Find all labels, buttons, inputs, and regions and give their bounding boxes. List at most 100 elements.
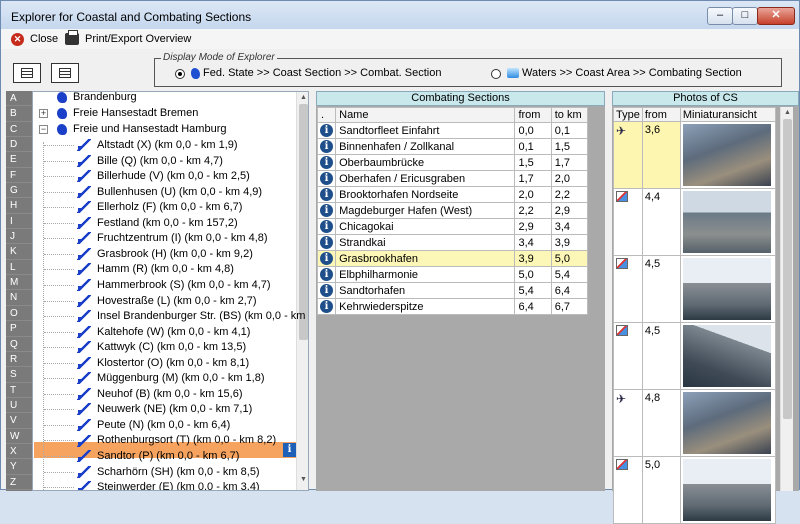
- tree-section-node[interactable]: Steinwerder (E) (km 0,0 - km 3,4): [77, 479, 260, 490]
- alpha-letter[interactable]: Z: [6, 475, 32, 490]
- combat-row[interactable]: i Kehrwiederspitze 6,4 6,7: [316, 298, 589, 315]
- alpha-letter[interactable]: U: [6, 398, 32, 414]
- tree-section-node[interactable]: Sandtor (P) (km 0,0 - km 6,7): [77, 448, 239, 464]
- alpha-letter[interactable]: E: [6, 152, 32, 168]
- alpha-letter[interactable]: O: [6, 306, 32, 322]
- alpha-letter[interactable]: N: [6, 290, 32, 306]
- photo-thumb-cell[interactable]: [679, 456, 777, 524]
- combat-info-cell[interactable]: i: [316, 234, 337, 251]
- photo-thumbnail[interactable]: [682, 325, 771, 387]
- col-name[interactable]: Name: [335, 107, 516, 123]
- mode-option-waters[interactable]: Waters >> Coast Area >> Combating Sectio…: [504, 67, 742, 79]
- tree-expander[interactable]: +: [39, 109, 48, 118]
- tree-section-node[interactable]: Altstadt (X) (km 0,0 - km 1,9): [77, 137, 238, 153]
- tree-section-node[interactable]: Klostertor (O) (km 0,0 - km 8,1): [77, 355, 249, 371]
- window-close-button[interactable]: ✕: [757, 7, 795, 25]
- print-export-button[interactable]: Print/Export Overview: [65, 30, 191, 47]
- view-detail-button[interactable]: [51, 63, 79, 83]
- close-button[interactable]: ✕ Close: [11, 31, 58, 47]
- combat-row[interactable]: i Magdeburger Hafen (West) 2,2 2,9: [316, 202, 589, 219]
- mode-radio-waters[interactable]: [491, 69, 501, 79]
- tree-section-node[interactable]: Rothenburgsort (T) (km 0,0 - km 8,2): [77, 432, 276, 448]
- tree-expander[interactable]: −: [39, 125, 48, 134]
- alpha-letter[interactable]: W: [6, 429, 32, 444]
- alpha-letter[interactable]: A: [6, 91, 32, 107]
- mode-radio-fed-state[interactable]: [175, 69, 185, 79]
- col-to[interactable]: to km: [550, 107, 589, 123]
- alpha-letter[interactable]: K: [6, 244, 32, 260]
- alpha-letter[interactable]: D: [6, 137, 32, 153]
- photo-row[interactable]: ✈ 4,8: [613, 389, 777, 457]
- combat-info-cell[interactable]: i: [316, 266, 337, 283]
- alpha-letter[interactable]: J: [6, 229, 32, 245]
- alpha-letter[interactable]: I: [6, 214, 32, 230]
- photo-row[interactable]: ✈ 3,6: [613, 121, 777, 189]
- tree-section-node[interactable]: Neuhof (B) (km 0,0 - km 15,6): [77, 386, 243, 402]
- tree-section-node[interactable]: Bille (Q) (km 0,0 - km 4,7): [77, 153, 223, 169]
- combat-info-cell[interactable]: i: [316, 250, 337, 267]
- photos-scrollbar[interactable]: ▲: [780, 107, 793, 491]
- photos-scroll-thumb[interactable]: [783, 119, 792, 419]
- alpha-letter[interactable]: V: [6, 413, 32, 429]
- tree-scroll-thumb[interactable]: [299, 104, 308, 340]
- photo-row[interactable]: 4,4: [613, 188, 777, 256]
- tree-section-node[interactable]: Fruchtzentrum (I) (km 0,0 - km 4,8): [77, 230, 268, 246]
- tree-section-node[interactable]: Hammerbrook (S) (km 0,0 - km 4,7): [77, 277, 271, 293]
- photo-thumb-cell[interactable]: [679, 255, 777, 323]
- info-icon[interactable]: i: [320, 284, 333, 297]
- tree-state-node[interactable]: Brandenburg: [57, 92, 137, 105]
- alpha-letter[interactable]: B: [6, 106, 32, 122]
- photo-row[interactable]: 4,5: [613, 322, 777, 390]
- tree-section-node[interactable]: Bullenhusen (U) (km 0,0 - km 4,9): [77, 184, 262, 200]
- combat-row[interactable]: i Binnenhafen / Zollkanal 0,1 1,5: [316, 138, 589, 155]
- info-icon[interactable]: i: [320, 220, 333, 233]
- col-from[interactable]: from: [514, 107, 552, 123]
- combat-row[interactable]: i Oberbaumbrücke 1,5 1,7: [316, 154, 589, 171]
- col-thumb[interactable]: Miniaturansicht: [679, 107, 777, 122]
- info-icon[interactable]: i: [320, 300, 333, 313]
- tree-section-node[interactable]: Hovestraße (L) (km 0,0 - km 2,7): [77, 293, 257, 309]
- info-icon[interactable]: i: [320, 172, 333, 185]
- photos-scroll-up-icon[interactable]: ▲: [783, 109, 792, 119]
- combat-info-cell[interactable]: i: [316, 170, 337, 187]
- tree-state-node[interactable]: Freie Hansestadt Bremen: [57, 105, 198, 121]
- info-icon[interactable]: i: [320, 124, 333, 137]
- photo-thumbnail[interactable]: [682, 124, 771, 186]
- tree-section-node[interactable]: Kaltehofe (W) (km 0,0 - km 4,1): [77, 324, 250, 340]
- tree-state-node[interactable]: Freie und Hansestadt Hamburg: [57, 121, 226, 137]
- combat-info-cell[interactable]: i: [316, 218, 337, 235]
- tree-section-node[interactable]: Grasbrook (H) (km 0,0 - km 9,2): [77, 246, 253, 262]
- combat-row[interactable]: i Sandtorhafen 5,4 6,4: [316, 282, 589, 299]
- tree-section-node[interactable]: Billerhude (V) (km 0,0 - km 2,5): [77, 168, 250, 184]
- photo-thumbnail[interactable]: [682, 258, 771, 320]
- photo-thumbnail[interactable]: [682, 392, 771, 454]
- info-icon[interactable]: i: [320, 140, 333, 153]
- alpha-letter[interactable]: X: [6, 444, 32, 460]
- photo-thumbnail[interactable]: [682, 191, 771, 253]
- tree-section-node[interactable]: Peute (N) (km 0,0 - km 6,4): [77, 417, 230, 433]
- photo-thumb-cell[interactable]: [679, 188, 777, 256]
- combat-info-cell[interactable]: i: [316, 282, 337, 299]
- maximize-button[interactable]: □: [732, 7, 758, 25]
- alpha-letter[interactable]: G: [6, 183, 32, 199]
- info-icon[interactable]: i: [320, 236, 333, 249]
- photo-thumb-cell[interactable]: [679, 121, 777, 189]
- alpha-letter[interactable]: R: [6, 352, 32, 368]
- combat-row[interactable]: i Sandtorfleet Einfahrt 0,0 0,1: [316, 122, 589, 139]
- minimize-button[interactable]: –: [707, 7, 733, 25]
- info-icon[interactable]: i: [320, 188, 333, 201]
- alpha-letter[interactable]: F: [6, 168, 32, 184]
- tree-section-node[interactable]: Ellerholz (F) (km 0,0 - km 6,7): [77, 199, 242, 215]
- photo-thumbnail[interactable]: [682, 459, 771, 521]
- photo-row[interactable]: 4,5: [613, 255, 777, 323]
- tree-section-node[interactable]: Kattwyk (C) (km 0,0 - km 13,5): [77, 339, 246, 355]
- combat-row[interactable]: i Strandkai 3,4 3,9: [316, 234, 589, 251]
- combat-row[interactable]: i Brooktorhafen Nordseite 2,0 2,2: [316, 186, 589, 203]
- info-icon[interactable]: i: [320, 268, 333, 281]
- alpha-letter[interactable]: S: [6, 367, 32, 383]
- tree-section-node[interactable]: Scharhörn (SH) (km 0,0 - km 8,5): [77, 464, 260, 480]
- alpha-letter[interactable]: C: [6, 122, 32, 138]
- alpha-letter[interactable]: T: [6, 383, 32, 398]
- photo-row[interactable]: 5,0: [613, 456, 777, 524]
- alpha-letter[interactable]: H: [6, 198, 32, 214]
